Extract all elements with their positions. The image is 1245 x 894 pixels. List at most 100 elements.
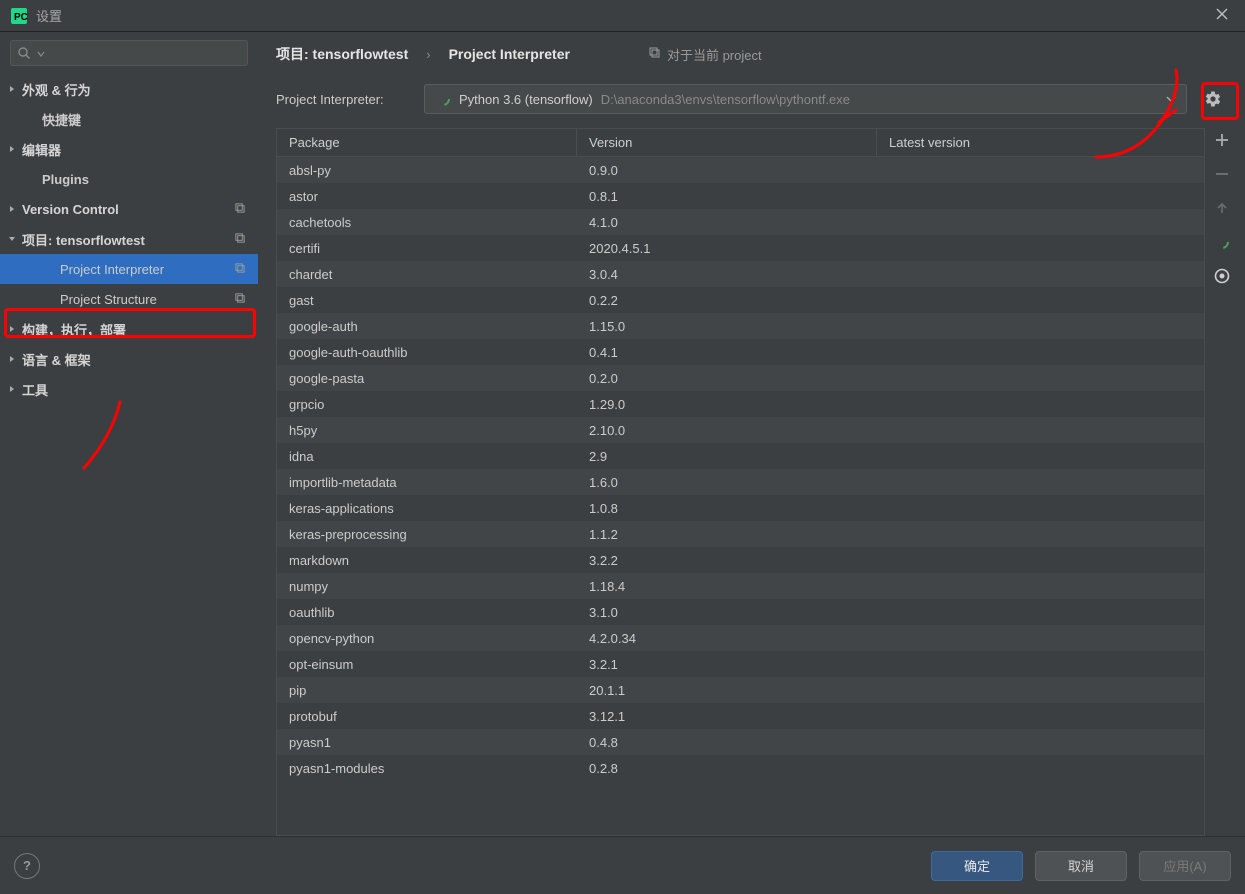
table-row[interactable]: markdown3.2.2	[277, 547, 1204, 573]
cell-version: 3.2.2	[577, 553, 877, 568]
cell-version: 1.0.8	[577, 501, 877, 516]
close-button[interactable]	[1209, 3, 1235, 28]
col-package[interactable]: Package	[277, 129, 577, 156]
tree-item-8[interactable]: 构建，执行，部署	[0, 314, 258, 344]
table-row[interactable]: numpy1.18.4	[277, 573, 1204, 599]
cell-package: google-auth	[277, 319, 577, 334]
cell-package: cachetools	[277, 215, 577, 230]
table-row[interactable]: absl-py0.9.0	[277, 157, 1204, 183]
table-row[interactable]: oauthlib3.1.0	[277, 599, 1204, 625]
table-row[interactable]: google-pasta0.2.0	[277, 365, 1204, 391]
cell-version: 3.1.0	[577, 605, 877, 620]
cell-package: gast	[277, 293, 577, 308]
cell-package: pip	[277, 683, 577, 698]
tree-item-label: 项目: tensorflowtest	[22, 230, 145, 249]
tree-item-label: 编辑器	[22, 140, 61, 159]
show-early-releases-button[interactable]	[1212, 266, 1232, 286]
tree-item-1[interactable]: 快捷键	[0, 104, 258, 134]
tree-item-10[interactable]: 工具	[0, 374, 258, 404]
table-row[interactable]: pyasn10.4.8	[277, 729, 1204, 755]
search-input[interactable]	[10, 40, 248, 66]
tree-item-label: 外观 & 行为	[22, 80, 91, 99]
cell-package: numpy	[277, 579, 577, 594]
cell-package: idna	[277, 449, 577, 464]
table-row[interactable]: certifi2020.4.5.1	[277, 235, 1204, 261]
table-row[interactable]: google-auth1.15.0	[277, 313, 1204, 339]
col-latest[interactable]: Latest version	[877, 129, 1204, 156]
copy-icon	[234, 202, 246, 217]
table-row[interactable]: idna2.9	[277, 443, 1204, 469]
cell-version: 2.10.0	[577, 423, 877, 438]
table-row[interactable]: pip20.1.1	[277, 677, 1204, 703]
cell-version: 1.15.0	[577, 319, 877, 334]
cell-package: google-auth-oauthlib	[277, 345, 577, 360]
tree-item-label: 快捷键	[42, 110, 81, 129]
table-side-toolbar	[1205, 128, 1239, 836]
tree-item-2[interactable]: 编辑器	[0, 134, 258, 164]
table-row[interactable]: grpcio1.29.0	[277, 391, 1204, 417]
tree-item-7[interactable]: Project Structure	[0, 284, 258, 314]
table-row[interactable]: protobuf3.12.1	[277, 703, 1204, 729]
cell-version: 1.6.0	[577, 475, 877, 490]
cell-package: grpcio	[277, 397, 577, 412]
cell-version: 4.2.0.34	[577, 631, 877, 646]
table-row[interactable]: pyasn1-modules0.2.8	[277, 755, 1204, 781]
table-row[interactable]: gast0.2.2	[277, 287, 1204, 313]
svg-text:PC: PC	[14, 12, 28, 23]
apply-button[interactable]: 应用(A)	[1139, 851, 1231, 881]
table-row[interactable]: opt-einsum3.2.1	[277, 651, 1204, 677]
cell-version: 0.4.1	[577, 345, 877, 360]
cell-package: keras-preprocessing	[277, 527, 577, 542]
help-button[interactable]: ?	[14, 853, 40, 879]
add-package-button[interactable]	[1212, 130, 1232, 150]
table-row[interactable]: google-auth-oauthlib0.4.1	[277, 339, 1204, 365]
table-header: Package Version Latest version	[277, 129, 1204, 157]
cell-version: 1.18.4	[577, 579, 877, 594]
arrow-icon	[8, 325, 16, 333]
tree-item-5[interactable]: 项目: tensorflowtest	[0, 224, 258, 254]
breadcrumb-project: 项目: tensorflowtest	[276, 44, 408, 64]
copy-icon	[648, 46, 661, 62]
settings-tree: 外观 & 行为快捷键编辑器 PluginsVersion Control 项目: t…	[0, 72, 258, 836]
interpreter-row: Project Interpreter: Python 3.6 (tensorf…	[258, 76, 1245, 128]
cell-version: 2.9	[577, 449, 877, 464]
tree-item-3[interactable]: Plugins	[0, 164, 258, 194]
table-row[interactable]: opencv-python4.2.0.34	[277, 625, 1204, 651]
tree-item-0[interactable]: 外观 & 行为	[0, 74, 258, 104]
tree-item-9[interactable]: 语言 & 框架	[0, 344, 258, 374]
search-wrap	[0, 32, 258, 72]
interpreter-settings-button[interactable]	[1199, 85, 1227, 113]
cell-package: oauthlib	[277, 605, 577, 620]
table-row[interactable]: astor0.8.1	[277, 183, 1204, 209]
tree-item-6[interactable]: Project Interpreter	[0, 254, 258, 284]
cell-package: certifi	[277, 241, 577, 256]
col-version[interactable]: Version	[577, 129, 877, 156]
table-row[interactable]: cachetools4.1.0	[277, 209, 1204, 235]
cell-package: h5py	[277, 423, 577, 438]
arrow-icon	[8, 205, 16, 213]
cell-package: pyasn1-modules	[277, 761, 577, 776]
sidebar: 外观 & 行为快捷键编辑器 PluginsVersion Control 项目: t…	[0, 32, 258, 836]
copy-icon	[234, 262, 246, 277]
interpreter-select[interactable]: Python 3.6 (tensorflow) D:\anaconda3\env…	[424, 84, 1187, 114]
cell-package: astor	[277, 189, 577, 204]
cancel-button[interactable]: 取消	[1035, 851, 1127, 881]
table-row[interactable]: importlib-metadata1.6.0	[277, 469, 1204, 495]
cell-package: protobuf	[277, 709, 577, 724]
app-icon: PC	[10, 7, 28, 25]
tree-item-4[interactable]: Version Control	[0, 194, 258, 224]
arrow-icon	[8, 85, 16, 93]
table-row[interactable]: chardet3.0.4	[277, 261, 1204, 287]
table-row[interactable]: h5py2.10.0	[277, 417, 1204, 443]
remove-package-button[interactable]	[1212, 164, 1232, 184]
cell-package: absl-py	[277, 163, 577, 178]
upgrade-package-button[interactable]	[1212, 198, 1232, 218]
table-row[interactable]: keras-preprocessing1.1.2	[277, 521, 1204, 547]
ok-button[interactable]: 确定	[931, 851, 1023, 881]
arrow-icon	[8, 385, 16, 393]
cell-version: 20.1.1	[577, 683, 877, 698]
table-row[interactable]: keras-applications1.0.8	[277, 495, 1204, 521]
breadcrumb-page: Project Interpreter	[449, 46, 570, 62]
refresh-button[interactable]	[1212, 232, 1232, 252]
table-body[interactable]: absl-py0.9.0astor0.8.1cachetools4.1.0cer…	[277, 157, 1204, 835]
